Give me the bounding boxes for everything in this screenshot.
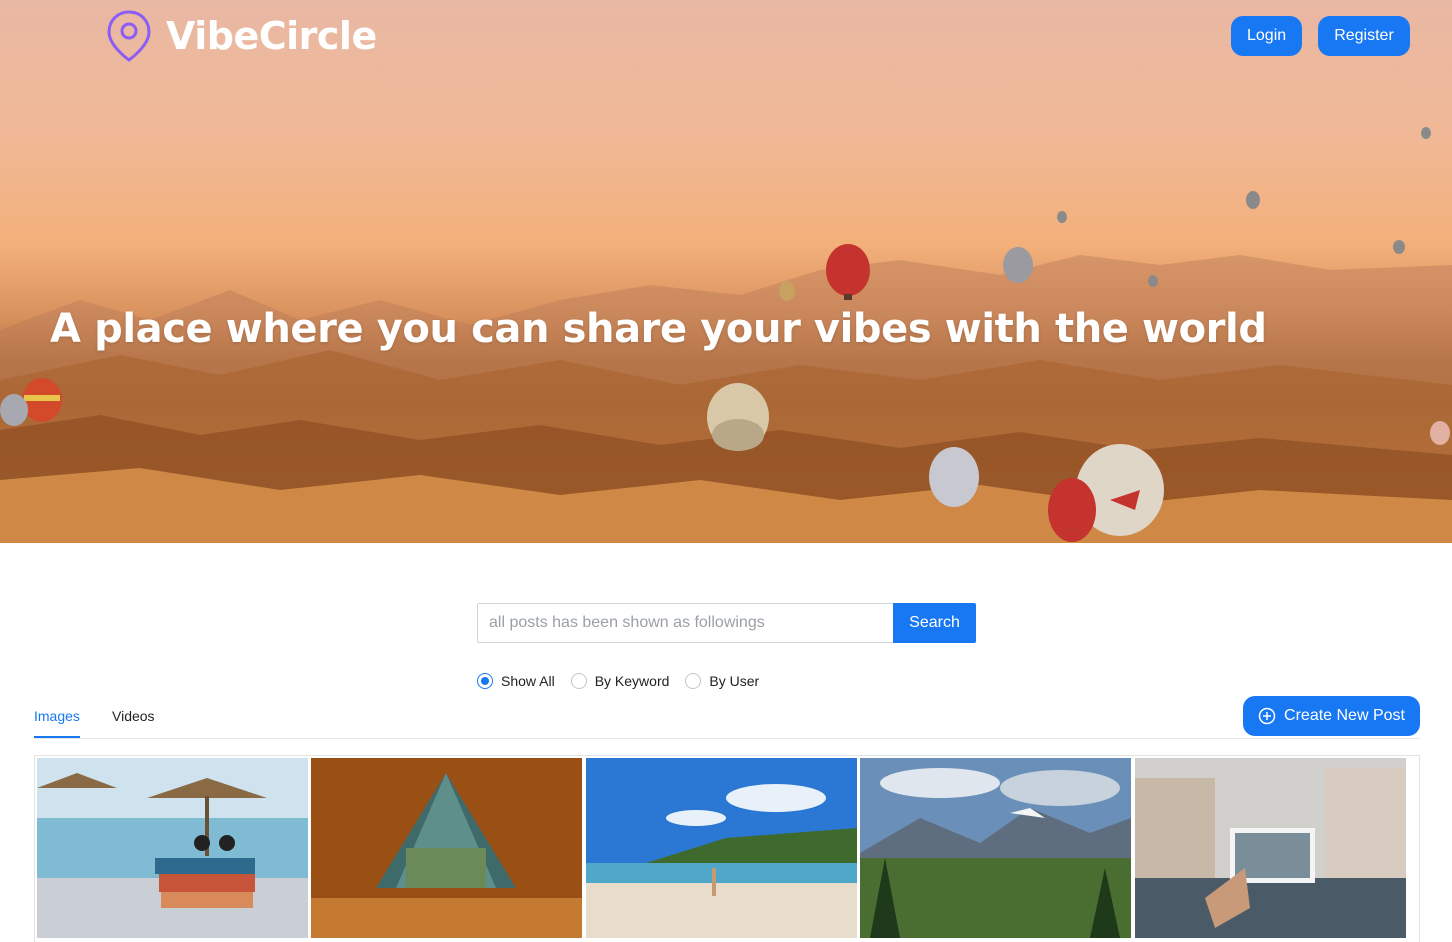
radio-label: By Keyword xyxy=(594,673,670,689)
search-input[interactable] xyxy=(477,603,893,643)
gallery-image[interactable] xyxy=(586,758,857,938)
balloon xyxy=(1048,478,1096,542)
hero-banner: VibeCircle Login Register A place where … xyxy=(0,0,1452,543)
radio-button[interactable] xyxy=(570,673,587,689)
login-button[interactable]: Login xyxy=(1231,16,1302,56)
hero-landscape-image xyxy=(0,127,1452,543)
balloon xyxy=(0,394,28,426)
balloon xyxy=(1430,421,1450,445)
radio-by-keyword[interactable]: By Keyword xyxy=(570,673,670,689)
search-button[interactable]: Search xyxy=(893,603,976,643)
brand-name: VibeCircle xyxy=(166,14,377,58)
balloon xyxy=(929,447,979,507)
balloon xyxy=(707,383,769,451)
balloon xyxy=(1057,211,1067,223)
balloon xyxy=(1003,247,1033,283)
radio-label: Show All xyxy=(501,673,555,689)
balloon xyxy=(779,281,795,301)
create-new-post-button[interactable]: Create New Post xyxy=(1243,696,1420,736)
hero-tagline: A place where you can share your vibes w… xyxy=(50,306,1267,352)
media-tabs: Images Videos Create New Post xyxy=(34,696,1420,739)
radio-show-all[interactable]: Show All xyxy=(477,673,555,689)
auth-buttons: Login Register xyxy=(1231,16,1410,56)
gallery-image[interactable] xyxy=(311,758,582,938)
gallery-image[interactable] xyxy=(860,758,1131,938)
radio-by-user[interactable]: By User xyxy=(685,673,759,689)
search-filter-options: Show All By Keyword By User xyxy=(477,673,775,689)
image-gallery xyxy=(34,755,1420,942)
balloon xyxy=(1421,127,1431,139)
gallery-image[interactable] xyxy=(37,758,308,938)
brand-logo[interactable]: VibeCircle xyxy=(106,8,377,64)
balloon xyxy=(1148,275,1158,287)
radio-label: By User xyxy=(709,673,760,689)
tab-images[interactable]: Images xyxy=(34,708,80,738)
tab-videos[interactable]: Videos xyxy=(112,708,155,736)
plus-circle-icon xyxy=(1258,707,1276,725)
radio-button-checked[interactable] xyxy=(477,673,493,689)
balloon xyxy=(1246,191,1260,209)
register-button[interactable]: Register xyxy=(1318,16,1410,56)
balloon xyxy=(1393,240,1405,254)
create-new-post-label: Create New Post xyxy=(1284,707,1405,724)
balloon xyxy=(22,378,62,422)
gallery-image[interactable] xyxy=(1135,758,1406,938)
location-pin-icon xyxy=(107,10,151,62)
radio-button[interactable] xyxy=(685,673,702,689)
search-bar: Search xyxy=(477,603,976,643)
